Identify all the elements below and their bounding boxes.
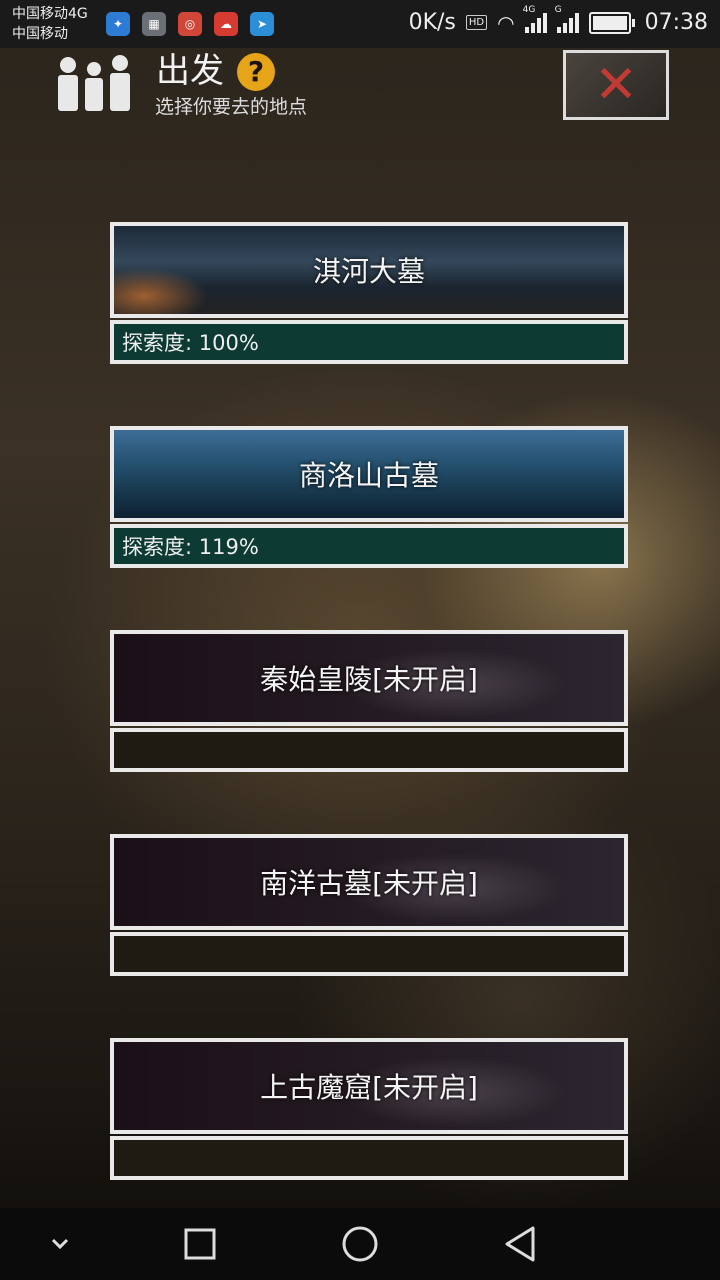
location-name: 淇河大墓 [312, 255, 425, 288]
status-indicators: 0K/s HD ◠ 4G G 07:38 [408, 5, 708, 36]
location-banner[interactable]: 上古魔窟[未开启] [110, 1038, 628, 1134]
location-name: 上古魔窟[未开启] [260, 1071, 478, 1104]
square-icon [184, 1228, 216, 1260]
message-app-icon: ➤ [250, 12, 274, 36]
exploration-progress [110, 932, 628, 976]
close-button[interactable]: ✕ [563, 50, 669, 120]
signal-4g-icon: 4G [523, 5, 547, 33]
game-app-icon: ◎ [178, 12, 202, 36]
clock: 07:38 [644, 10, 708, 35]
navigation-bar [0, 1208, 720, 1280]
nav-hide-button[interactable] [20, 1208, 100, 1280]
back-triangle-icon [505, 1226, 535, 1262]
carrier-info: 中国移动4G 中国移动 [12, 4, 88, 44]
gallery-app-icon: ▦ [142, 12, 166, 36]
page-subtitle: 选择你要去的地点 [155, 96, 308, 118]
signal-4g-tag: 4G [522, 4, 536, 15]
wifi-icon: ◠ [497, 10, 515, 35]
circle-icon [342, 1226, 378, 1262]
location-name: 商洛山古墓 [298, 459, 439, 492]
party-icon [58, 55, 130, 111]
cloud-app-icon: ☁ [214, 12, 238, 36]
signal-g-tag: G [554, 4, 562, 15]
page-title: 出发 [156, 51, 224, 91]
location-name: 秦始皇陵[未开启] [260, 663, 478, 696]
location-name: 南洋古墓[未开启] [260, 867, 478, 900]
exploration-progress: 探索度: 119% [110, 524, 628, 568]
notification-icons: ✦ ▦ ◎ ☁ ➤ [106, 12, 274, 36]
location-banner[interactable]: 淇河大墓 [110, 222, 628, 318]
carrier-secondary: 中国移动 [12, 26, 68, 42]
location-banner[interactable]: 南洋古墓[未开启] [110, 834, 628, 930]
help-icon[interactable]: ? [237, 53, 275, 91]
nav-home-button[interactable] [320, 1208, 400, 1280]
nav-back-button[interactable] [480, 1208, 560, 1280]
chevron-down-icon [51, 1238, 69, 1250]
network-speed: 0K/s [408, 10, 456, 35]
nav-recents-button[interactable] [160, 1208, 240, 1280]
status-bar: 中国移动4G 中国移动 ✦ ▦ ◎ ☁ ➤ 0K/s HD ◠ 4G G 07:… [0, 0, 720, 48]
hd-badge: HD [465, 15, 488, 30]
exploration-progress [110, 728, 628, 772]
battery-icon [588, 11, 635, 34]
signal-g-icon: G [555, 5, 579, 33]
location-banner[interactable]: 秦始皇陵[未开启] [110, 630, 628, 726]
location-banner[interactable]: 商洛山古墓 [110, 426, 628, 522]
weather-app-icon: ✦ [106, 12, 130, 36]
close-icon: ✕ [594, 55, 638, 115]
exploration-progress: 探索度: 100% [110, 320, 628, 364]
exploration-progress [110, 1136, 628, 1180]
carrier-primary: 中国移动4G [12, 6, 88, 22]
